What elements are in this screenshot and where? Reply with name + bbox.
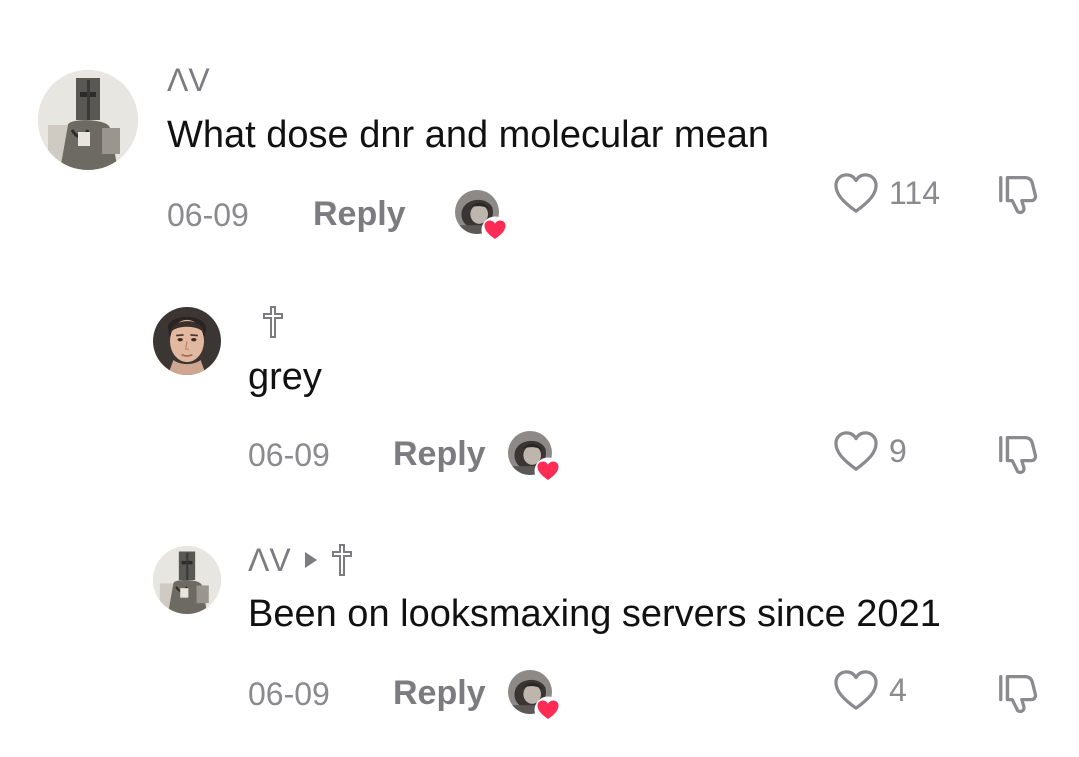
like-count: 4 [889, 672, 907, 708]
heart-outline-icon[interactable] [833, 669, 879, 711]
comment-username[interactable]: ΛV [167, 64, 210, 96]
heart-outline-icon[interactable] [833, 430, 879, 472]
comment-text: grey [248, 356, 322, 398]
heart-filled-icon [534, 696, 562, 724]
comment-date: 06-09 [248, 676, 330, 712]
thumbs-down-icon[interactable] [995, 170, 1041, 216]
heart-filled-icon [534, 457, 562, 485]
like-count: 114 [889, 175, 941, 211]
thumbs-down-icon[interactable] [995, 430, 1041, 476]
like-button[interactable]: 114 [833, 172, 940, 214]
cross-icon [262, 306, 284, 338]
reply-button[interactable]: Reply [393, 437, 486, 471]
reply-button[interactable]: Reply [393, 676, 486, 710]
triangle-right-icon [304, 552, 317, 568]
comment-username[interactable] [248, 306, 284, 338]
comment-text: What dose dnr and molecular mean [167, 114, 769, 156]
creator-liked-badge [455, 190, 505, 240]
comment-item: ΛV Been on looksmaxing servers since 202… [0, 510, 1079, 757]
comment-date: 06-09 [248, 437, 330, 473]
creator-liked-badge [508, 670, 558, 720]
like-button[interactable]: 4 [833, 669, 907, 711]
like-count: 9 [889, 433, 907, 469]
reply-button[interactable]: Reply [313, 197, 406, 231]
like-button[interactable]: 9 [833, 430, 907, 472]
cross-icon [331, 544, 353, 576]
heart-filled-icon [481, 216, 509, 244]
heart-outline-icon[interactable] [833, 172, 879, 214]
avatar[interactable] [153, 546, 221, 614]
avatar[interactable] [153, 307, 221, 375]
comment-item: ΛV What dose dnr and molecular mean 06-0… [0, 0, 1079, 270]
comment-username[interactable]: ΛV [248, 544, 353, 576]
username-text[interactable]: ΛV [248, 544, 291, 576]
creator-liked-badge [508, 431, 558, 481]
comment-text: Been on looksmaxing servers since 2021 [248, 593, 941, 635]
comment-item: grey 06-09 Reply 9 [0, 270, 1079, 510]
avatar[interactable] [38, 70, 138, 170]
username-text[interactable]: ΛV [167, 64, 210, 96]
comment-date: 06-09 [167, 197, 249, 233]
thumbs-down-icon[interactable] [995, 669, 1041, 715]
